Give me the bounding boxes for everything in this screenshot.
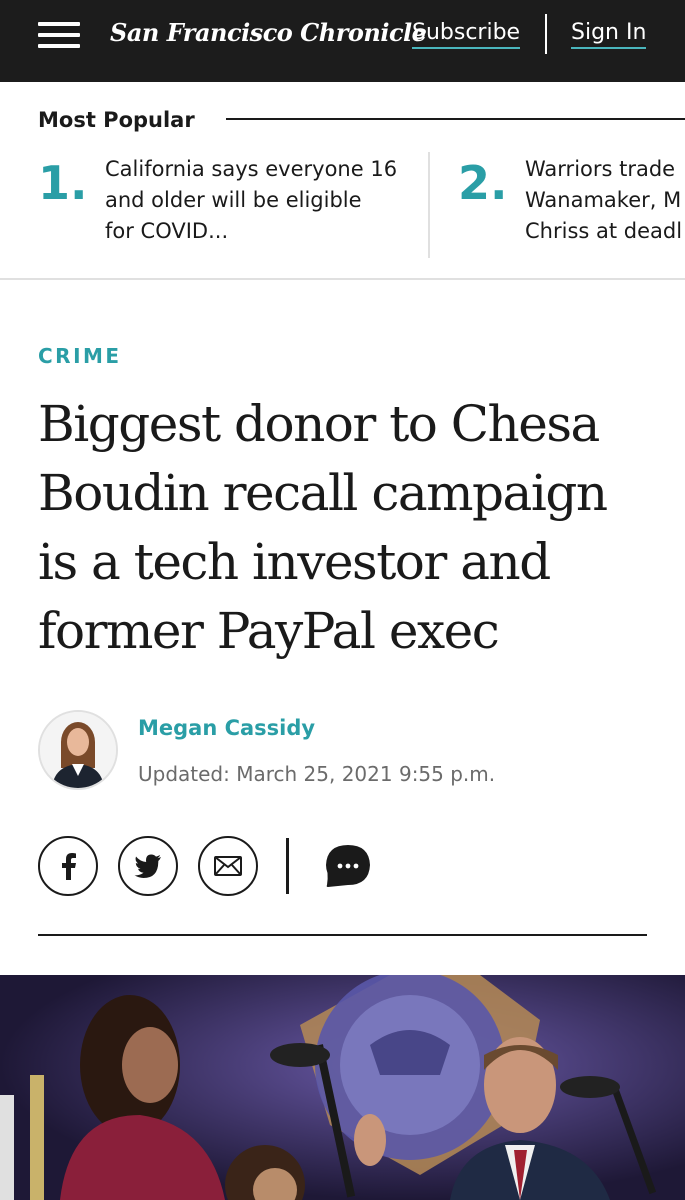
author-name-link[interactable]: Megan Cassidy — [138, 716, 315, 740]
email-icon — [214, 856, 242, 876]
most-popular-section: Most Popular 1. California says everyone… — [0, 82, 685, 280]
sign-in-link[interactable]: Sign In — [571, 20, 647, 49]
most-popular-rule — [226, 118, 685, 120]
share-divider — [286, 838, 289, 894]
menu-bar — [38, 22, 80, 26]
menu-bar — [38, 44, 80, 48]
subscribe-link[interactable]: Subscribe — [412, 20, 521, 49]
section-label[interactable]: CRIME — [38, 344, 122, 368]
email-share-button[interactable] — [198, 836, 258, 896]
facebook-share-button[interactable] — [38, 836, 98, 896]
facebook-icon — [62, 853, 76, 880]
site-header: San Francisco Chronicle Subscribe Sign I… — [0, 0, 685, 82]
author-avatar[interactable] — [38, 710, 118, 790]
hero-photo — [0, 975, 685, 1200]
popular-story-1-link[interactable]: California says everyone 16 and older wi… — [105, 154, 410, 247]
menu-bar — [38, 33, 80, 37]
popular-divider — [428, 152, 430, 258]
popular-rank-1: 1. — [38, 156, 88, 210]
site-logo[interactable]: San Francisco Chronicle — [110, 18, 427, 47]
menu-icon[interactable] — [38, 22, 80, 48]
comment-icon — [326, 845, 370, 887]
popular-rank-2: 2. — [458, 156, 508, 210]
comments-button[interactable] — [324, 843, 372, 889]
byline-divider — [38, 934, 647, 936]
twitter-share-button[interactable] — [118, 836, 178, 896]
hero-image — [0, 975, 685, 1200]
updated-timestamp: Updated: March 25, 2021 9:55 p.m. — [138, 762, 496, 786]
header-divider — [545, 14, 547, 54]
most-popular-title: Most Popular — [38, 108, 195, 132]
author-photo — [40, 712, 116, 788]
twitter-icon — [134, 854, 161, 878]
article-headline: Biggest donor to Chesa Boudin recall cam… — [38, 395, 608, 660]
popular-story-2-link[interactable]: Warriors trade Wanamaker, M Chriss at de… — [525, 154, 685, 247]
